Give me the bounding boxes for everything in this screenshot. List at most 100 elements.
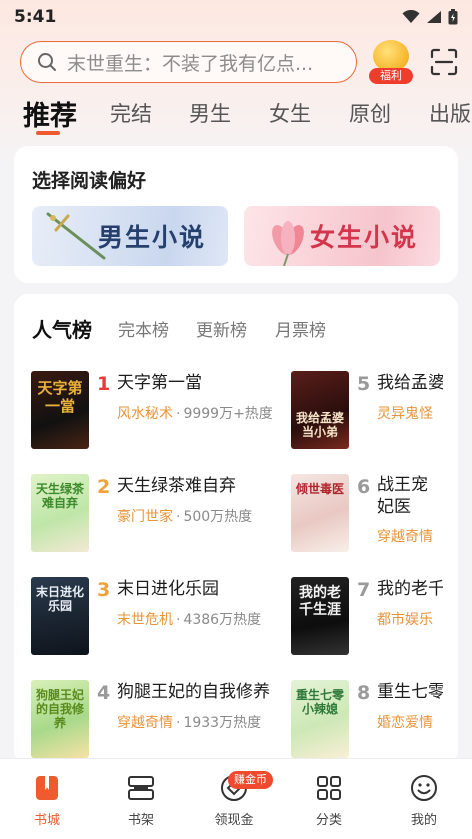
- book-title: 我的老千: [377, 579, 443, 599]
- book-genre: 婚恋爱情: [377, 715, 433, 731]
- search-input[interactable]: 末世重生：不装了我有亿点...: [20, 41, 357, 83]
- status-icons: [402, 9, 458, 25]
- male-novel-button[interactable]: 男生小说: [32, 206, 228, 266]
- reading-preference-card: 选择阅读偏好 男生小说 女生小说: [14, 146, 458, 283]
- cover-title: 狗腿王妃的自我修养: [35, 688, 84, 730]
- book-title: 战王宠妃医: [377, 475, 428, 517]
- book-title: 我给孟婆: [377, 373, 443, 393]
- book-meta: 婚恋爱情: [377, 712, 433, 732]
- book-heat: 1933万热度: [183, 715, 262, 731]
- book-item[interactable]: 末日进化乐园 3 末日进化乐园 末世危机 · 4386万热度: [31, 577, 331, 657]
- tab-active-indicator: [36, 131, 60, 135]
- grid-icon: [317, 776, 341, 800]
- smile-icon: [411, 775, 437, 801]
- book-title: 天生绿茶难自弃: [117, 476, 236, 496]
- book-cover: 重生七零小辣媳: [291, 680, 349, 758]
- tab-original[interactable]: 原创: [349, 98, 391, 128]
- welfare-button[interactable]: 福利: [369, 40, 413, 84]
- ranking-card: 人气榜 完本榜 更新榜 月票榜 天字第一當 1 天字第一當 风水秘术 · 9999万…: [14, 294, 458, 764]
- category-tabs: 推荐 完结 男生 女生 原创 出版: [0, 94, 472, 138]
- cover-title: 天生绿茶难自弃: [35, 482, 84, 510]
- nav-label: 我的: [410, 813, 437, 828]
- battery-icon: [448, 9, 458, 25]
- book-cover: 狗腿王妃的自我修养: [31, 680, 89, 758]
- rank-number: 3: [97, 579, 111, 601]
- book-cover: 末日进化乐园: [31, 577, 89, 655]
- tab-male[interactable]: 男生: [189, 98, 231, 128]
- book-item[interactable]: 天字第一當 1 天字第一當 风水秘术 · 9999万+热度: [31, 371, 331, 451]
- male-novel-label: 男生小说: [97, 223, 206, 252]
- signal-icon: [427, 11, 441, 23]
- bookshelf-icon: [128, 776, 154, 800]
- tab-female[interactable]: 女生: [269, 98, 311, 128]
- rank-tab-popular[interactable]: 人气榜: [32, 314, 92, 343]
- rank-number: 4: [97, 682, 111, 704]
- nav-profile[interactable]: 我的: [394, 773, 454, 828]
- book-title: 狗腿王妃的自我修养: [117, 682, 270, 702]
- female-novel-button[interactable]: 女生小说: [244, 206, 440, 266]
- nav-bookstore[interactable]: 书城: [17, 773, 77, 828]
- book-title: 重生七零: [377, 682, 443, 702]
- meta-separator: ·: [176, 715, 181, 731]
- book-title: 天字第一當: [117, 373, 202, 393]
- book-item[interactable]: 重生七零小辣媳 8 重生七零 婚恋爱情: [291, 680, 458, 760]
- book-item[interactable]: 我的老千生涯 7 我的老千 都市娱乐: [291, 577, 458, 657]
- female-novel-label: 女生小说: [309, 223, 418, 252]
- book-genre: 都市娱乐: [377, 612, 433, 628]
- book-item[interactable]: 倾世毒医 6 战王宠妃医 穿越奇情: [291, 474, 458, 554]
- rank-tab-monthly[interactable]: 月票榜: [275, 316, 326, 341]
- search-icon: [38, 53, 56, 71]
- status-bar: 5:41: [0, 0, 472, 34]
- book-meta: 穿越奇情: [377, 526, 433, 546]
- rank-number: 7: [357, 579, 371, 601]
- book-meta: 穿越奇情 · 1933万热度: [117, 712, 261, 732]
- book-item[interactable]: 狗腿王妃的自我修养 4 狗腿王妃的自我修养 穿越奇情 · 1933万热度: [31, 680, 331, 760]
- meta-separator: ·: [176, 509, 181, 525]
- rank-tab-updated[interactable]: 更新榜: [196, 316, 247, 341]
- cover-title: 天字第一當: [37, 379, 83, 415]
- tab-publish[interactable]: 出版: [429, 98, 471, 128]
- nav-bookshelf[interactable]: 书架: [111, 773, 171, 828]
- preference-title: 选择阅读偏好: [32, 170, 147, 192]
- book-cover: 我的老千生涯: [291, 577, 349, 655]
- rank-number: 8: [357, 682, 371, 704]
- scan-icon[interactable]: [430, 48, 458, 76]
- rank-number: 5: [357, 373, 371, 395]
- book-genre: 穿越奇情: [377, 529, 433, 545]
- sword-icon: [46, 212, 106, 260]
- cover-title: 我给孟婆当小弟: [295, 411, 344, 439]
- tab-completed[interactable]: 完结: [110, 98, 152, 128]
- nav-label: 书架: [127, 813, 154, 828]
- book-title: 末日进化乐园: [117, 579, 219, 599]
- book-heat: 500万热度: [183, 509, 253, 525]
- wifi-icon: [402, 10, 420, 23]
- book-genre: 灵异鬼怪: [377, 406, 433, 422]
- book-cover: 天字第一當: [31, 371, 89, 449]
- rank-tab-completed[interactable]: 完本榜: [118, 316, 169, 341]
- search-placeholder: 末世重生：不装了我有亿点...: [67, 52, 314, 75]
- book-meta: 都市娱乐: [377, 609, 433, 629]
- tab-recommend[interactable]: 推荐: [23, 94, 77, 133]
- book-meta: 豪门世家 · 500万热度: [117, 506, 252, 526]
- rank-number: 1: [97, 373, 111, 395]
- nav-label: 分类: [315, 813, 342, 828]
- bookstore-icon: [36, 776, 58, 800]
- book-genre: 穿越奇情: [117, 715, 173, 731]
- nav-label: 领现金: [214, 813, 254, 828]
- bottom-navigation: 书城 书架 赚金币 领现金 分类 我的: [0, 758, 472, 839]
- cover-title: 重生七零小辣媳: [295, 688, 344, 716]
- book-cover: 倾世毒医: [291, 474, 349, 552]
- cover-title: 倾世毒医: [295, 482, 344, 496]
- book-item[interactable]: 天生绿茶难自弃 2 天生绿茶难自弃 豪门世家 · 500万热度: [31, 474, 331, 554]
- nav-cash[interactable]: 赚金币 领现金: [204, 771, 273, 828]
- rank-number: 6: [357, 476, 371, 498]
- earn-coins-badge: 赚金币: [228, 771, 273, 789]
- cover-title: 我的老千生涯: [299, 585, 341, 618]
- book-meta: 灵异鬼怪: [377, 403, 433, 423]
- book-item[interactable]: 我给孟婆当小弟 5 我给孟婆 灵异鬼怪: [291, 371, 458, 451]
- meta-separator: ·: [176, 612, 181, 628]
- nav-category[interactable]: 分类: [299, 773, 359, 828]
- meta-separator: ·: [176, 406, 181, 422]
- rank-number: 2: [97, 476, 111, 498]
- book-meta: 末世危机 · 4386万热度: [117, 609, 261, 629]
